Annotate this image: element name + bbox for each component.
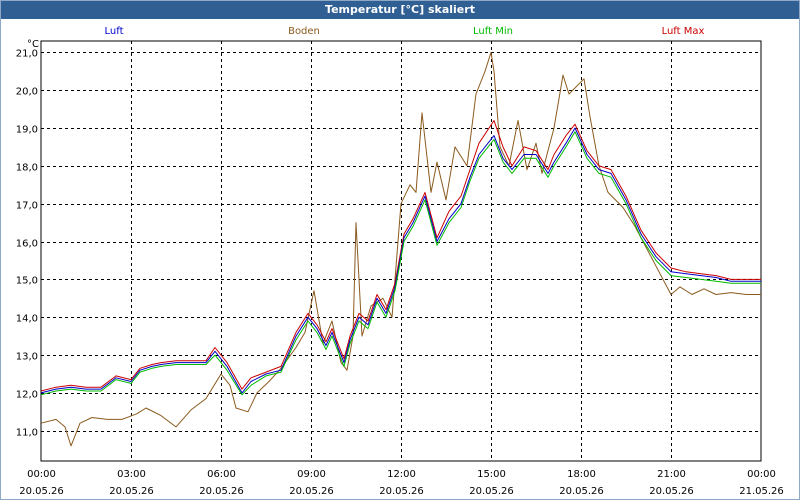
chart-window: Temperatur [°C] skaliert Luft Boden Luft M… [0, 0, 800, 500]
x-tick-date: 20.05.26 [379, 486, 424, 497]
x-tick-date: 20.05.26 [19, 486, 64, 497]
x-tick-date: 20.05.26 [469, 486, 514, 497]
x-tick-date: 20.05.26 [199, 486, 244, 497]
x-tick-date: 20.05.26 [559, 486, 604, 497]
y-tick-label: 21,0 [16, 49, 38, 60]
x-tick-time: 09:00 [297, 469, 326, 480]
y-tick-label: 18,0 [16, 163, 38, 174]
x-tick-time: 06:00 [207, 469, 236, 480]
x-tick-time: 12:00 [387, 469, 416, 480]
y-tick-label: 13,0 [16, 352, 38, 363]
x-tick-date: 20.05.26 [289, 486, 334, 497]
y-tick-label: 19,0 [16, 125, 38, 136]
y-tick-label: 15,0 [16, 276, 38, 287]
y-axis-label: °C [27, 39, 39, 50]
y-tick-label: 14,0 [16, 314, 38, 325]
x-tick-date: 20.05.26 [649, 486, 694, 497]
x-tick-time: 18:00 [567, 469, 596, 480]
x-tick-time: 00:00 [27, 469, 56, 480]
legend-entry: Luft Min [473, 26, 513, 37]
legend: Luft Boden Luft Min Luft Max [105, 26, 705, 37]
x-tick-time: 15:00 [477, 469, 506, 480]
y-tick-label: 20,0 [16, 87, 38, 98]
x-tick-time: 03:00 [117, 469, 146, 480]
x-tick-time: 21:00 [657, 469, 686, 480]
legend-entry: Luft Max [662, 26, 705, 37]
y-tick-label: 17,0 [16, 201, 38, 212]
legend-entry: Boden [288, 26, 320, 37]
x-tick-date: 20.05.26 [109, 486, 154, 497]
window-title: Temperatur [°C] skaliert [1, 1, 799, 19]
y-tick-label: 16,0 [16, 239, 38, 250]
y-tick-label: 12,0 [16, 390, 38, 401]
x-tick-time: 00:00 [747, 469, 776, 480]
legend-entry: Luft [105, 26, 124, 37]
temperature-chart: Luft Boden Luft Min Luft Max 11,0 12,0 13,0 14… [16, 26, 784, 497]
y-tick-label: 11,0 [16, 428, 38, 439]
x-tick-date: 21.05.26 [739, 486, 784, 497]
